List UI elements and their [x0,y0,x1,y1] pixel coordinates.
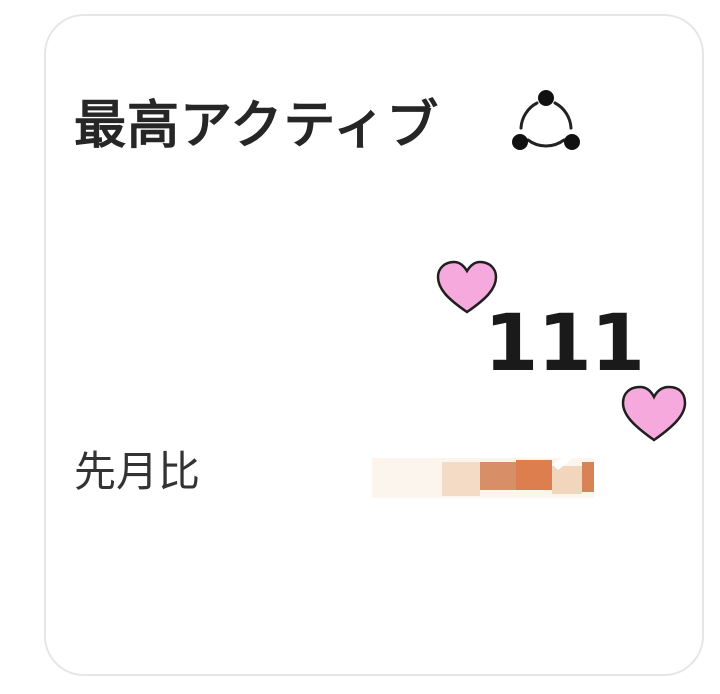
compare-label: 先月比 [74,447,201,496]
heart-icon [621,385,687,442]
card-title: 最高アクティブ [74,96,440,156]
blurred-comparison-value [372,452,594,498]
metric-value: 111 [484,299,645,389]
share-icon[interactable] [506,80,586,160]
heart-icon [436,260,498,314]
page: 最高アクティブ 111 先月比 [0,0,720,694]
